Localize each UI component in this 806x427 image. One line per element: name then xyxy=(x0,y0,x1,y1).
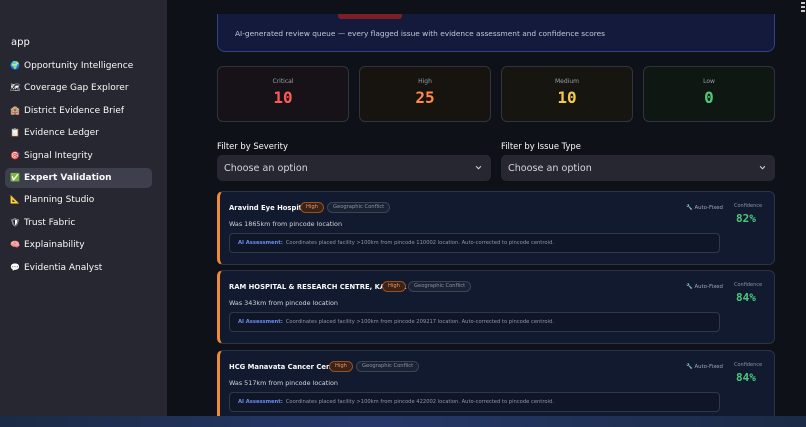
metric-value: 0 xyxy=(704,88,714,107)
sidebar-item-trust-fabric[interactable]: 🛡 Trust Fabric xyxy=(5,213,152,233)
severity-badge: High xyxy=(329,361,353,372)
sidebar: app 🌍 Opportunity Intelligence 🗺 Coverag… xyxy=(0,0,167,427)
severity-filter-select[interactable]: Choose an option xyxy=(217,155,491,181)
ai-assessment-text: Coordinates placed facility >100km from … xyxy=(285,319,554,325)
shield-icon: 🛡 xyxy=(10,217,21,227)
bottom-bar xyxy=(0,416,806,427)
auto-fixed-label: 🔧 Auto-Fixed xyxy=(686,364,723,370)
sidebar-item-label: Evidentia Analyst xyxy=(24,262,103,273)
severity-filter-placeholder: Choose an option xyxy=(224,162,308,174)
issue-facility-name: Aravind Eye Hospital xyxy=(229,204,309,212)
sidebar-item-district-evidence-brief[interactable]: 🏨 District Evidence Brief xyxy=(5,101,152,121)
sidebar-item-label: Explainability xyxy=(24,240,85,251)
ruler-icon: 📐 xyxy=(10,195,20,205)
sidebar-item-opportunity-intelligence[interactable]: 🌍 Opportunity Intelligence xyxy=(5,56,152,76)
issue-card: Aravind Eye Hospital High Geographic Con… xyxy=(217,191,775,265)
sidebar-item-expert-validation[interactable]: ✅ Expert Validation xyxy=(5,167,152,188)
sidebar-item-label: Planning Studio xyxy=(24,195,95,206)
metric-label: Medium xyxy=(555,78,579,85)
wrench-icon: 🔧 xyxy=(686,205,693,211)
confidence-label: Confidence xyxy=(734,203,763,209)
ai-assessment: AI Assessment: Coordinates placed facili… xyxy=(229,233,720,253)
auto-fixed-label: 🔧 Auto-Fixed xyxy=(686,284,723,290)
wrench-icon: 🔧 xyxy=(686,364,693,370)
issue-type-badge: Geographic Conflict xyxy=(408,281,472,292)
chevron-down-icon xyxy=(475,165,482,170)
confidence-value: 84% xyxy=(736,291,756,304)
confidence-value: 82% xyxy=(736,212,756,225)
auto-fixed-text: Auto-Fixed xyxy=(694,284,723,290)
ai-assessment-text: Coordinates placed facility >100km from … xyxy=(285,240,554,246)
ai-assessment: AI Assessment: Coordinates placed facili… xyxy=(229,312,720,332)
issue-type-badge: Geographic Conflict xyxy=(327,202,391,213)
metric-low: Low 0 xyxy=(643,66,775,122)
ai-assessment-text: Coordinates placed facility >100km from … xyxy=(285,399,554,405)
issue-description: Was 343km from pincode location xyxy=(229,299,338,307)
sidebar-item-label: District Evidence Brief xyxy=(24,105,125,116)
globe-icon: 🌍 xyxy=(10,61,20,70)
metric-value: 10 xyxy=(557,88,577,107)
check-icon: ✅ xyxy=(10,172,20,182)
sidebar-item-coverage-gap-explorer[interactable]: 🗺 Coverage Gap Explorer xyxy=(5,78,152,98)
issue-description: Was 1865km from pincode location xyxy=(229,220,342,228)
issue-facility-name: HCG Manavata Cancer Centre xyxy=(229,363,343,371)
banner-text: AI-generated review queue — every flagge… xyxy=(235,29,605,38)
confidence-label: Confidence xyxy=(734,282,763,288)
metric-medium: Medium 10 xyxy=(501,66,633,122)
main-content: AI-generated review queue — every flagge… xyxy=(167,0,806,427)
severity-metrics: Critical 10 High 25 Medium 10 Low 0 xyxy=(217,66,775,122)
severity-filter-label: Filter by Severity xyxy=(217,141,288,151)
wrench-icon: 🔧 xyxy=(686,284,693,290)
sidebar-item-explainability[interactable]: 🧠 Explainability xyxy=(5,235,152,255)
metric-label: Low xyxy=(703,78,715,85)
sidebar-item-label: Expert Validation xyxy=(24,172,112,183)
sidebar-item-evidence-ledger[interactable]: 📋 Evidence Ledger xyxy=(5,123,152,143)
metric-label: Critical xyxy=(272,78,294,85)
issue-facility-name: RAM HOSPITAL & RESEARCH CENTRE, KANPUR xyxy=(229,283,407,291)
auto-fixed-text: Auto-Fixed xyxy=(694,364,723,370)
ai-assessment: AI Assessment: Coordinates placed facili… xyxy=(229,392,720,412)
chevron-down-icon xyxy=(759,165,766,170)
hospital-icon: 🏨 xyxy=(10,105,20,115)
brain-icon: 🧠 xyxy=(10,240,20,250)
confidence-value: 84% xyxy=(736,371,756,384)
metric-critical: Critical 10 xyxy=(217,66,349,122)
auto-fixed-text: Auto-Fixed xyxy=(694,205,723,211)
ai-assessment-key: AI Assessment: xyxy=(238,319,283,325)
issue-type-filter-select[interactable]: Choose an option xyxy=(501,155,775,181)
confidence-label: Confidence xyxy=(734,362,763,368)
speech-bubble-icon: 💬 xyxy=(10,262,20,272)
sidebar-item-signal-integrity[interactable]: 🎯 Signal Integrity xyxy=(5,146,152,166)
sidebar-item-planning-studio[interactable]: 📐 Planning Studio xyxy=(5,190,152,210)
severity-badge: High xyxy=(300,202,324,213)
issue-type-badge: Geographic Conflict xyxy=(356,361,420,372)
metric-value: 25 xyxy=(415,88,435,107)
map-icon: 🗺 xyxy=(10,83,21,93)
sidebar-app-label[interactable]: app xyxy=(11,37,30,48)
metric-value: 10 xyxy=(273,88,293,107)
sidebar-item-evidentia-analyst[interactable]: 💬 Evidentia Analyst xyxy=(5,258,152,278)
metric-high: High 25 xyxy=(359,66,491,122)
sidebar-item-label: Signal Integrity xyxy=(24,150,93,161)
severity-badge: High xyxy=(382,281,406,292)
target-icon: 🎯 xyxy=(10,150,20,160)
issue-card: HCG Manavata Cancer Centre High Geograph… xyxy=(217,350,775,424)
clipboard-icon: 📋 xyxy=(10,128,20,138)
sidebar-item-label: Trust Fabric xyxy=(24,217,76,228)
metric-label: High xyxy=(418,78,432,85)
issue-description: Was 517km from pincode location xyxy=(229,379,338,387)
sidebar-nav: 🌍 Opportunity Intelligence 🗺 Coverage Ga… xyxy=(5,56,152,280)
sidebar-item-label: Evidence Ledger xyxy=(24,128,99,139)
auto-fixed-label: 🔧 Auto-Fixed xyxy=(686,205,723,211)
issue-card: RAM HOSPITAL & RESEARCH CENTRE, KANPUR H… xyxy=(217,270,775,344)
issue-type-filter-label: Filter by Issue Type xyxy=(501,141,581,151)
menu-icon[interactable] xyxy=(800,0,806,14)
page-banner: AI-generated review queue — every flagge… xyxy=(217,14,775,52)
issue-type-filter-placeholder: Choose an option xyxy=(508,162,592,174)
ai-assessment-key: AI Assessment: xyxy=(238,240,283,246)
sidebar-item-label: Opportunity Intelligence xyxy=(24,61,134,71)
banner-accent xyxy=(338,14,402,19)
ai-assessment-key: AI Assessment: xyxy=(238,399,283,405)
sidebar-item-label: Coverage Gap Explorer xyxy=(24,83,129,94)
